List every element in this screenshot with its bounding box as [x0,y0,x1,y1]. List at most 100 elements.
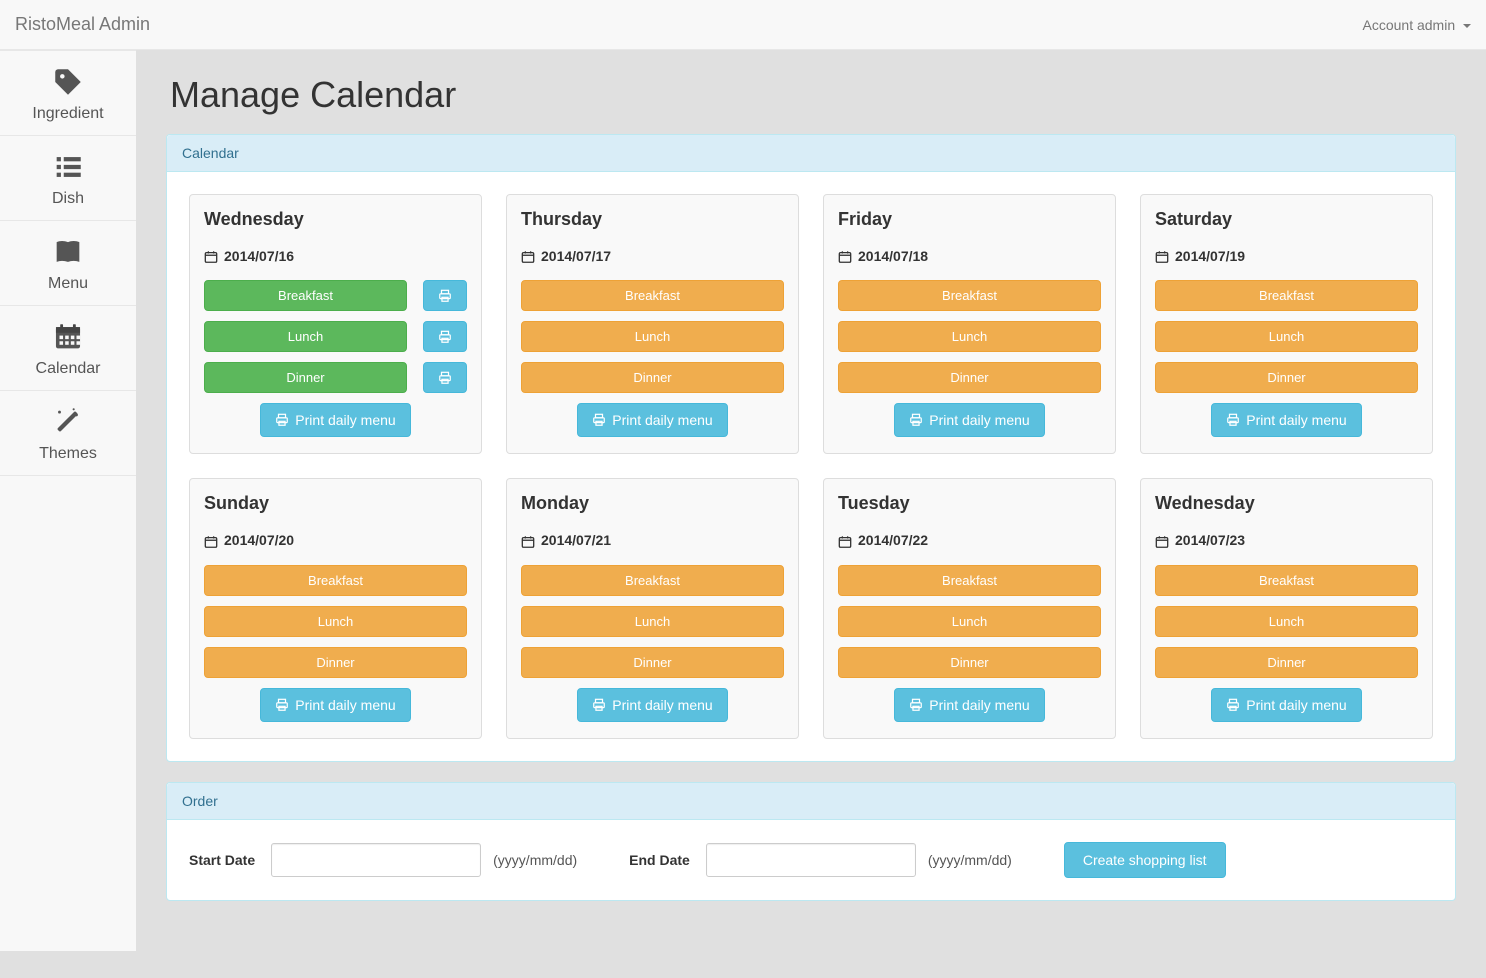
sidebar-item-label: Themes [39,445,97,462]
meal-row: Dinner [204,362,467,393]
day-card: Friday2014/07/18BreakfastLunchDinnerPrin… [823,194,1116,454]
print-daily-label: Print daily menu [929,697,1029,713]
dinner-button[interactable]: Dinner [1155,362,1418,393]
print-daily-menu-button[interactable]: Print daily menu [894,403,1044,437]
sidebar-item-dish[interactable]: Dish [0,135,136,221]
day-card: Saturday2014/07/19BreakfastLunchDinnerPr… [1140,194,1433,454]
print-icon [275,413,289,427]
breakfast-button[interactable]: Breakfast [521,565,784,596]
calendar-panel: Calendar Wednesday 2014/07/16 Breakfast Lun… [166,134,1456,762]
meal-row: Breakfast [521,280,784,311]
calendar-icon [838,248,852,264]
print-lunch-button[interactable] [423,321,467,352]
end-date-input[interactable] [706,843,916,877]
print-daily-label: Print daily menu [929,412,1029,428]
day-date-value: 2014/07/23 [1175,532,1245,548]
calendar-icon [204,248,218,264]
meal-row: Breakfast [838,280,1101,311]
calendar-icon [1155,248,1169,264]
account-dropdown[interactable]: Account admin [1363,17,1472,33]
day-name: Thursday [521,209,784,230]
lunch-button[interactable]: Lunch [1155,321,1418,352]
page-title: Manage Calendar [170,74,1456,116]
lunch-button[interactable]: Lunch [204,321,407,352]
lunch-button[interactable]: Lunch [838,321,1101,352]
meal-row: Breakfast [1155,280,1418,311]
day-date-value: 2014/07/22 [858,532,928,548]
day-card: Thursday 2014/07/17 Breakfast Lunch Dinner Pr… [506,194,799,454]
breakfast-button[interactable]: Breakfast [838,280,1101,311]
lunch-button[interactable]: Lunch [521,606,784,637]
day-grid: Wednesday 2014/07/16 Breakfast Lunch Dinner P… [189,194,1433,739]
day-name: Saturday [1155,209,1418,230]
dinner-button[interactable]: Dinner [204,362,407,393]
create-shopping-list-button[interactable]: Create shopping list [1064,842,1226,878]
breakfast-button[interactable]: Breakfast [204,280,407,311]
print-daily-label: Print daily menu [612,412,712,428]
breakfast-button[interactable]: Breakfast [521,280,784,311]
print-dinner-button[interactable] [423,362,467,393]
sidebar-item-label: Calendar [36,360,101,377]
lunch-button[interactable]: Lunch [1155,606,1418,637]
meal-row: Dinner [838,362,1101,393]
print-icon [275,698,289,712]
start-date-label: Start Date [189,852,255,868]
calendar-icon [838,532,852,548]
lunch-button[interactable]: Lunch [521,321,784,352]
calendar-icon [1155,532,1169,548]
meal-row: Breakfast [204,280,467,311]
print-daily-menu-button[interactable]: Print daily menu [894,688,1044,722]
day-name: Wednesday [1155,493,1418,514]
meal-row: Breakfast [204,565,467,596]
day-date: 2014/07/22 [838,532,1101,548]
dinner-button[interactable]: Dinner [1155,647,1418,678]
dinner-button[interactable]: Dinner [204,647,467,678]
print-daily-menu-button[interactable]: Print daily menu [260,403,410,437]
breakfast-button[interactable]: Breakfast [838,565,1101,596]
meal-row: Lunch [1155,321,1418,352]
meal-row: Lunch [204,606,467,637]
print-daily-menu-button[interactable]: Print daily menu [1211,403,1361,437]
sidebar-item-calendar[interactable]: Calendar [0,305,136,391]
print-daily-label: Print daily menu [295,412,395,428]
print-daily-menu-button[interactable]: Print daily menu [260,688,410,722]
lunch-button[interactable]: Lunch [838,606,1101,637]
print-icon [909,698,923,712]
breakfast-button[interactable]: Breakfast [204,565,467,596]
sidebar-item-themes[interactable]: Themes [0,390,136,476]
print-breakfast-button[interactable] [423,280,467,311]
meal-row: Dinner [521,362,784,393]
calendar-icon [521,248,535,264]
dinner-button[interactable]: Dinner [838,362,1101,393]
dinner-button[interactable]: Dinner [521,647,784,678]
chevron-down-icon [1463,24,1471,28]
wand-icon [0,405,136,439]
breakfast-button[interactable]: Breakfast [1155,280,1418,311]
dinner-button[interactable]: Dinner [521,362,784,393]
print-daily-menu-button[interactable]: Print daily menu [577,403,727,437]
print-daily-menu-button[interactable]: Print daily menu [1211,688,1361,722]
dinner-button[interactable]: Dinner [838,647,1101,678]
print-daily-menu-button[interactable]: Print daily menu [577,688,727,722]
meal-row: Lunch [521,606,784,637]
day-date-value: 2014/07/17 [541,248,611,264]
meal-row: Dinner [1155,647,1418,678]
sidebar-item-menu[interactable]: Menu [0,220,136,306]
calendar-icon [204,532,218,548]
start-date-hint: (yyyy/mm/dd) [493,852,577,868]
breakfast-button[interactable]: Breakfast [1155,565,1418,596]
day-date: 2014/07/16 [204,248,467,264]
navbar-brand[interactable]: RistoMeal Admin [15,14,150,35]
day-date-value: 2014/07/18 [858,248,928,264]
calendar-panel-heading: Calendar [167,135,1455,172]
order-panel: Order Start Date (yyyy/mm/dd) End Date (… [166,782,1456,901]
start-date-input[interactable] [271,843,481,877]
sidebar-item-label: Dish [52,190,84,207]
day-date: 2014/07/18 [838,248,1101,264]
order-panel-heading: Order [167,783,1455,820]
sidebar-item-ingredient[interactable]: Ingredient [0,50,136,136]
sidebar-item-label: Menu [48,275,88,292]
print-icon [1226,413,1240,427]
meal-row: Dinner [204,647,467,678]
lunch-button[interactable]: Lunch [204,606,467,637]
